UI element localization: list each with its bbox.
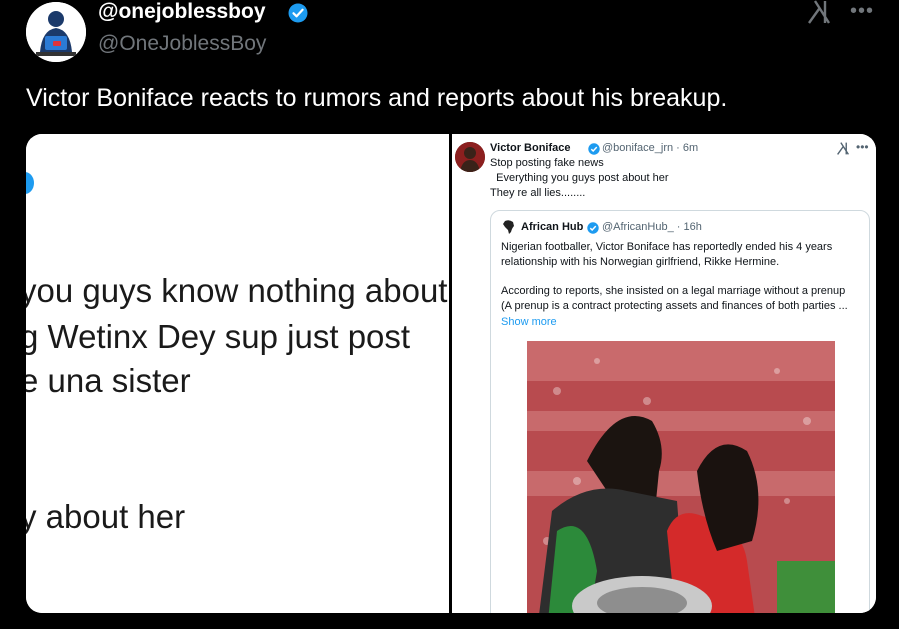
embedded-meta: @boniface_jrn · 6m <box>602 142 699 154</box>
quote-text-line: According to reports, she insisted on a … <box>501 285 846 297</box>
embedded-author-name: Victor Boniface <box>490 142 571 154</box>
more-options-icon: ••• <box>856 140 869 154</box>
tweet-text: Victor Boniface reacts to rumors and rep… <box>26 84 728 112</box>
show-more-link: Show more <box>501 316 557 328</box>
embedded-text-line: Everything you guys post about her <box>490 172 669 184</box>
grok-icon <box>836 142 850 160</box>
media-right-image[interactable]: Victor Boniface @boniface_jrn · 6m ••• S… <box>452 134 876 613</box>
grok-icon[interactable] <box>806 0 832 29</box>
avatar-image <box>26 2 86 62</box>
couple-photo-illustration <box>527 341 835 613</box>
verified-badge-icon <box>26 172 34 194</box>
tweet-media[interactable]: you guys know nothing about g Wetinx Dey… <box>26 134 876 613</box>
africa-map-icon <box>501 219 517 235</box>
quote-meta: @AfricanHub_ · 16h <box>602 221 702 233</box>
media-left-image[interactable]: you guys know nothing about g Wetinx Dey… <box>26 134 449 613</box>
left-text-line: you guys know nothing about <box>26 272 448 309</box>
left-text-line: g Wetinx Dey sup just post <box>26 318 411 355</box>
quote-photo <box>527 341 835 613</box>
author-display-name[interactable]: @onejoblessboy <box>98 0 266 24</box>
avatar[interactable] <box>26 2 86 62</box>
verified-badge-icon <box>587 221 599 239</box>
avatar <box>455 142 485 172</box>
left-text-line: e una sister <box>26 362 191 399</box>
more-options-icon[interactable]: ••• <box>850 0 874 23</box>
quote-author-name: African Hub <box>521 221 584 233</box>
embedded-text-line: Stop posting fake news <box>490 157 604 169</box>
embedded-text-line: They re all lies........ <box>490 187 586 199</box>
verified-badge-icon <box>288 3 308 28</box>
quote-text-line: Nigerian footballer, Victor Boniface has… <box>501 241 833 253</box>
quote-text-line: relationship with his Norwegian girlfrie… <box>501 256 780 268</box>
quote-text-line: (A prenup is a contract protecting asset… <box>501 300 848 312</box>
author-handle[interactable]: @OneJoblessBoy <box>98 32 266 56</box>
quoted-tweet: African Hub @AfricanHub_ · 16h Nigerian … <box>490 210 870 613</box>
left-text-line: y about her <box>26 498 186 535</box>
